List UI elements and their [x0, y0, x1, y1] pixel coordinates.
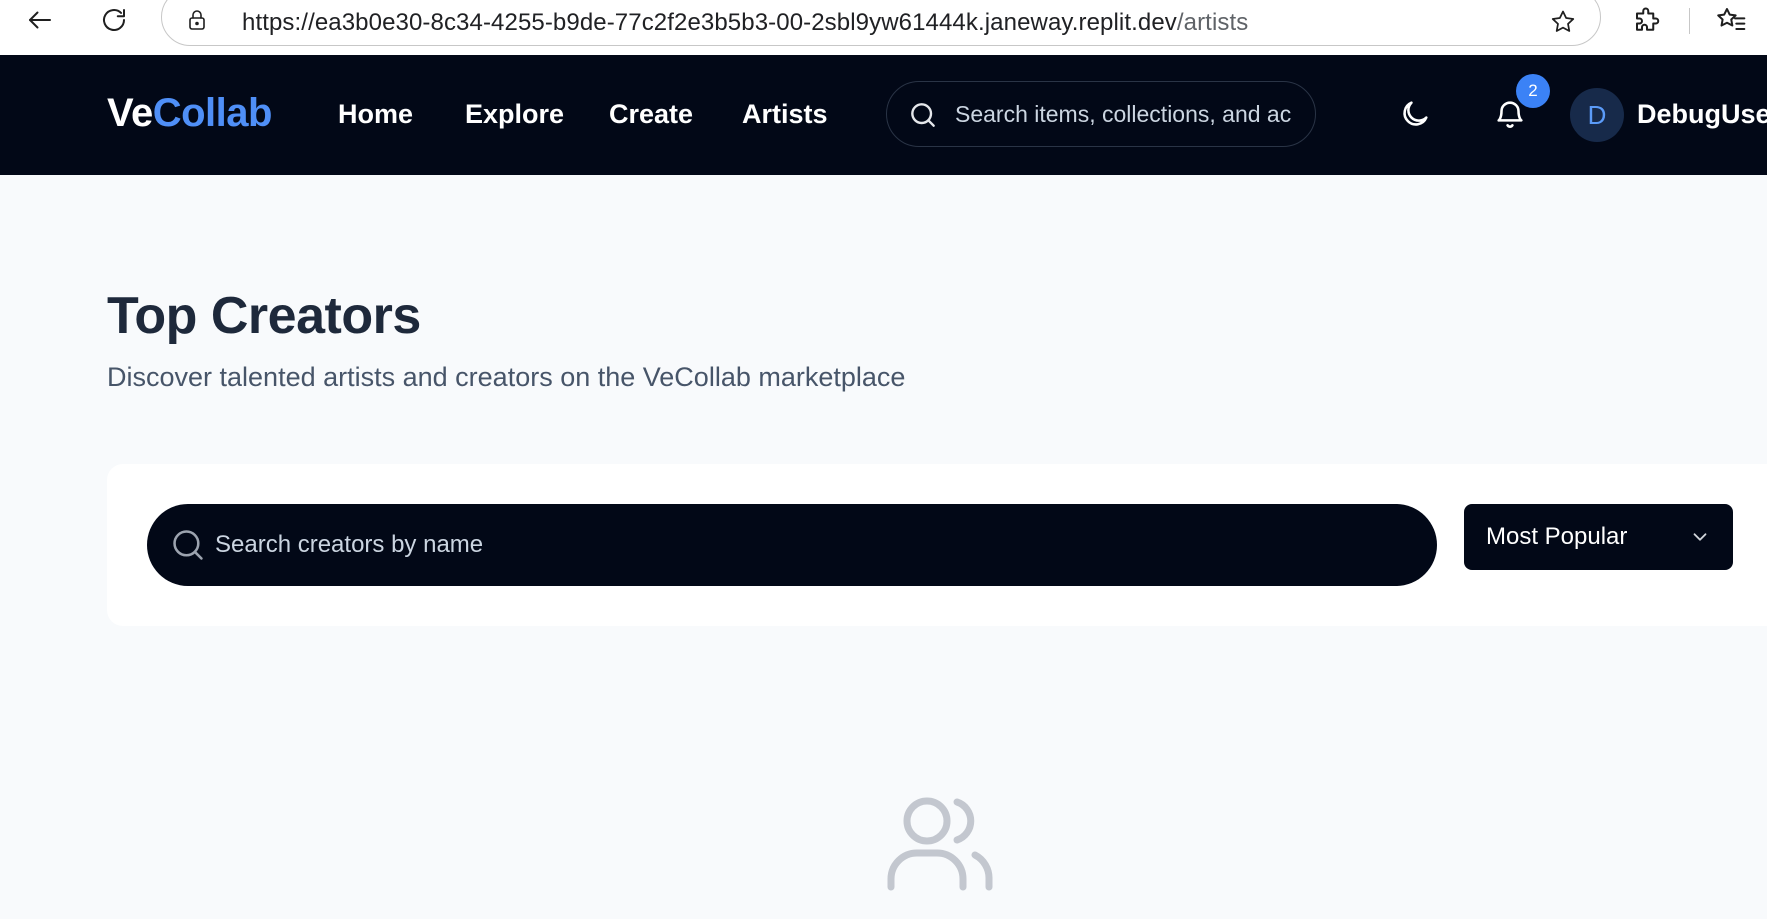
- creator-search[interactable]: [147, 504, 1437, 586]
- url-text[interactable]: https://ea3b0e30-8c34-4255-b9de-77c2f2e3…: [242, 9, 1248, 37]
- star-icon[interactable]: [1548, 7, 1578, 37]
- moon-icon[interactable]: [1398, 97, 1432, 131]
- puzzle-icon[interactable]: [1630, 4, 1664, 38]
- browser-toolbar: https://ea3b0e30-8c34-4255-b9de-77c2f2e3…: [0, 0, 1767, 55]
- toolbar-divider: [1689, 8, 1690, 34]
- url-host: https://ea3b0e30-8c34-4255-b9de-77c2f2e3…: [242, 9, 1177, 36]
- header-search-input[interactable]: [955, 96, 1295, 132]
- nav-artists[interactable]: Artists: [742, 99, 828, 130]
- logo-text-accent: Collab: [152, 91, 273, 135]
- lock-icon[interactable]: [184, 7, 210, 33]
- logo-text-primary: Ve: [107, 91, 153, 135]
- nav-home[interactable]: Home: [338, 99, 413, 130]
- favorites-icon[interactable]: [1714, 4, 1748, 38]
- search-icon: [907, 99, 939, 131]
- header-search[interactable]: [886, 81, 1316, 147]
- chevron-down-icon: [1689, 526, 1711, 548]
- url-path: /artists: [1176, 9, 1249, 36]
- page-subtitle: Discover talented artists and creators o…: [107, 362, 906, 392]
- search-icon: [169, 526, 207, 564]
- nav-explore[interactable]: Explore: [465, 99, 564, 130]
- page-title: Top Creators: [107, 287, 421, 345]
- notification-badge[interactable]: 2: [1516, 74, 1550, 108]
- users-icon: [885, 795, 995, 895]
- username[interactable]: DebugUser: [1637, 99, 1767, 130]
- nav-create[interactable]: Create: [609, 99, 693, 130]
- sort-select[interactable]: Most Popular: [1464, 504, 1733, 570]
- app-header: VeCollab Home Explore Create Artists 2 D…: [0, 55, 1767, 175]
- filter-card: Most Popular: [107, 464, 1767, 626]
- arrow-left-icon[interactable]: [22, 2, 58, 38]
- creator-search-input[interactable]: [215, 526, 1395, 564]
- logo[interactable]: VeCollab: [107, 91, 272, 136]
- sort-selected-label: Most Popular: [1486, 523, 1628, 550]
- avatar[interactable]: D: [1570, 88, 1624, 142]
- address-bar[interactable]: https://ea3b0e30-8c34-4255-b9de-77c2f2e3…: [161, 0, 1601, 46]
- reload-icon[interactable]: [96, 2, 132, 38]
